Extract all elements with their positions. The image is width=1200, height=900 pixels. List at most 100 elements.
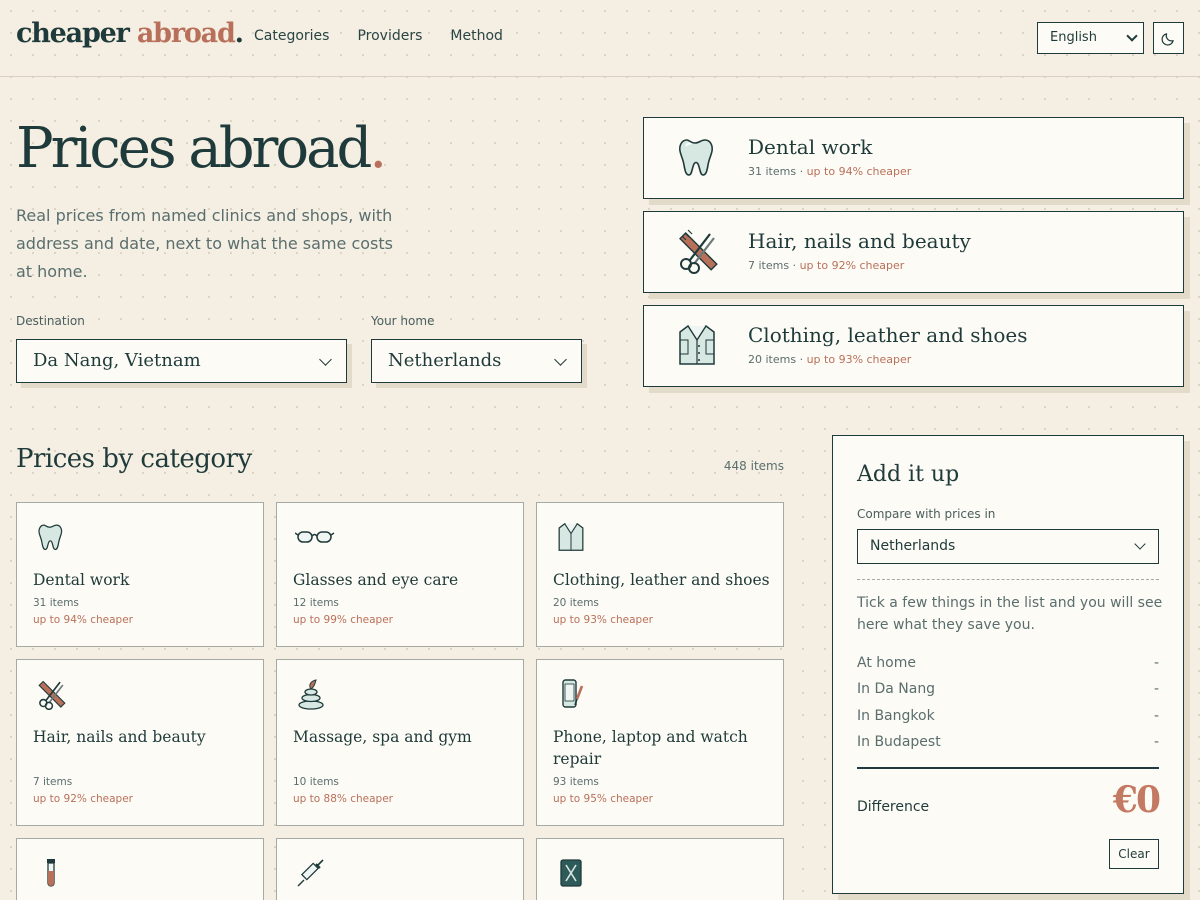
- featured-card-hair[interactable]: Hair, nails and beauty 7 items · up to 9…: [643, 211, 1184, 293]
- tooth-icon: [35, 521, 67, 557]
- chevron-down-icon: [1126, 30, 1138, 42]
- total-row-bangkok: In Bangkok -: [857, 708, 1159, 724]
- difference-value: €0: [1112, 779, 1161, 821]
- category-title: Dental work: [33, 571, 130, 589]
- shirt-icon: [555, 521, 587, 557]
- glasses-icon: [294, 521, 335, 557]
- total-value: -: [1153, 708, 1159, 724]
- category-card-dental[interactable]: Dental work 31 items up to 94% cheaper: [16, 502, 264, 647]
- total-label: At home: [857, 655, 916, 671]
- category-count: 12 items: [293, 597, 339, 609]
- logo-word-main: cheaper: [16, 18, 130, 49]
- divider: [857, 579, 1159, 580]
- site-header: cheaper abroad. Categories Providers Met…: [0, 0, 1200, 77]
- page-title-dot: .: [369, 116, 387, 181]
- featured-card-clothing[interactable]: Clothing, leather and shoes 20 items · u…: [643, 305, 1184, 387]
- scissors-comb-icon: [674, 228, 720, 278]
- section-title: Prices by category: [16, 444, 252, 474]
- category-cheaper: up to 95% cheaper: [553, 793, 653, 805]
- category-card-documents[interactable]: [536, 838, 784, 900]
- category-card-injections[interactable]: [276, 838, 524, 900]
- meta-separator: ·: [796, 353, 807, 366]
- home-select[interactable]: Netherlands: [371, 339, 582, 383]
- featured-title: Dental work: [748, 135, 873, 159]
- scissors-comb-icon: [35, 678, 67, 714]
- category-card-phone-repair[interactable]: Phone, laptop and watch repair 93 items …: [536, 659, 784, 826]
- category-title: Clothing, leather and shoes: [553, 571, 770, 589]
- featured-title: Clothing, leather and shoes: [748, 323, 1028, 347]
- site-logo[interactable]: cheaper abroad.: [16, 18, 244, 49]
- category-cheaper: up to 94% cheaper: [33, 614, 133, 626]
- home-value: Netherlands: [388, 350, 502, 371]
- category-title: Phone, laptop and watch repair: [553, 728, 748, 768]
- chevron-down-icon: [319, 353, 332, 366]
- tooth-icon: [674, 134, 720, 184]
- category-cheaper: up to 99% cheaper: [293, 614, 393, 626]
- category-count: 93 items: [553, 776, 599, 788]
- category-card-clothing[interactable]: Clothing, leather and shoes 20 items up …: [536, 502, 784, 647]
- chevron-down-icon: [1134, 538, 1146, 550]
- total-value: -: [1153, 734, 1159, 750]
- category-cheaper: up to 92% cheaper: [33, 793, 133, 805]
- total-value: -: [1153, 681, 1159, 697]
- logo-dot: .: [234, 18, 244, 49]
- nav-method[interactable]: Method: [450, 28, 503, 44]
- clear-button[interactable]: Clear: [1109, 839, 1159, 869]
- nav-providers[interactable]: Providers: [357, 28, 422, 44]
- category-cheaper: up to 88% cheaper: [293, 793, 393, 805]
- destination-value: Da Nang, Vietnam: [33, 350, 201, 371]
- featured-title: Hair, nails and beauty: [748, 229, 971, 253]
- category-cheaper: up to 93% cheaper: [553, 614, 653, 626]
- total-row-home: At home -: [857, 655, 1159, 671]
- total-row-da-nang: In Da Nang -: [857, 681, 1159, 697]
- category-count: 20 items: [553, 597, 599, 609]
- featured-meta: 31 items · up to 94% cheaper: [748, 165, 911, 178]
- featured-cheaper: up to 94% cheaper: [806, 165, 912, 178]
- meta-separator: ·: [789, 259, 800, 272]
- page-subtitle: Real prices from named clinics and shops…: [16, 206, 393, 281]
- shirt-icon: [674, 322, 720, 372]
- difference-label: Difference: [857, 799, 930, 815]
- category-count: 7 items: [33, 776, 73, 788]
- category-count: 10 items: [293, 776, 339, 788]
- language-value: English: [1050, 30, 1097, 45]
- total-value: -: [1153, 655, 1159, 671]
- phone-repair-icon: [555, 678, 587, 714]
- syringe-icon: [295, 857, 327, 893]
- moon-icon: [1161, 33, 1174, 46]
- total-label: In Da Nang: [857, 681, 936, 697]
- test-tube-icon: [35, 857, 67, 893]
- language-select[interactable]: English: [1037, 22, 1144, 54]
- spa-stones-icon: [295, 678, 327, 714]
- featured-count: 20 items: [748, 353, 797, 366]
- category-card-massage[interactable]: Massage, spa and gym 10 items up to 88% …: [276, 659, 524, 826]
- total-label: In Bangkok: [857, 708, 935, 724]
- featured-card-dental[interactable]: Dental work 31 items · up to 94% cheaper: [643, 117, 1184, 199]
- total-label: In Budapest: [857, 734, 941, 750]
- category-card-hair[interactable]: Hair, nails and beauty 7 items up to 92%…: [16, 659, 264, 826]
- main-nav: Categories Providers Method: [254, 28, 503, 44]
- category-title: Hair, nails and beauty: [33, 728, 206, 746]
- compare-select[interactable]: Netherlands: [857, 529, 1159, 564]
- chevron-down-icon: [554, 353, 567, 366]
- featured-meta: 20 items · up to 93% cheaper: [748, 353, 911, 366]
- category-count: 31 items: [33, 597, 79, 609]
- featured-count: 31 items: [748, 165, 797, 178]
- theme-toggle-button[interactable]: [1153, 22, 1184, 54]
- meta-separator: ·: [796, 165, 807, 178]
- section-item-count: 448 items: [723, 459, 784, 473]
- featured-meta: 7 items · up to 92% cheaper: [748, 259, 904, 272]
- home-label: Your home: [371, 314, 435, 328]
- add-it-up-panel: Add it up Compare with prices in Netherl…: [832, 435, 1184, 894]
- total-row-budapest: In Budapest -: [857, 734, 1159, 750]
- nav-categories[interactable]: Categories: [254, 28, 329, 44]
- compare-value: Netherlands: [870, 538, 956, 554]
- featured-cheaper: up to 92% cheaper: [799, 259, 905, 272]
- page-title: Prices abroad.: [16, 116, 387, 181]
- divider: [857, 767, 1159, 769]
- compare-label: Compare with prices in: [857, 507, 996, 521]
- category-card-lab-tests[interactable]: [16, 838, 264, 900]
- panel-title: Add it up: [857, 462, 960, 487]
- destination-select[interactable]: Da Nang, Vietnam: [16, 339, 347, 383]
- category-card-glasses[interactable]: Glasses and eye care 12 items up to 99% …: [276, 502, 524, 647]
